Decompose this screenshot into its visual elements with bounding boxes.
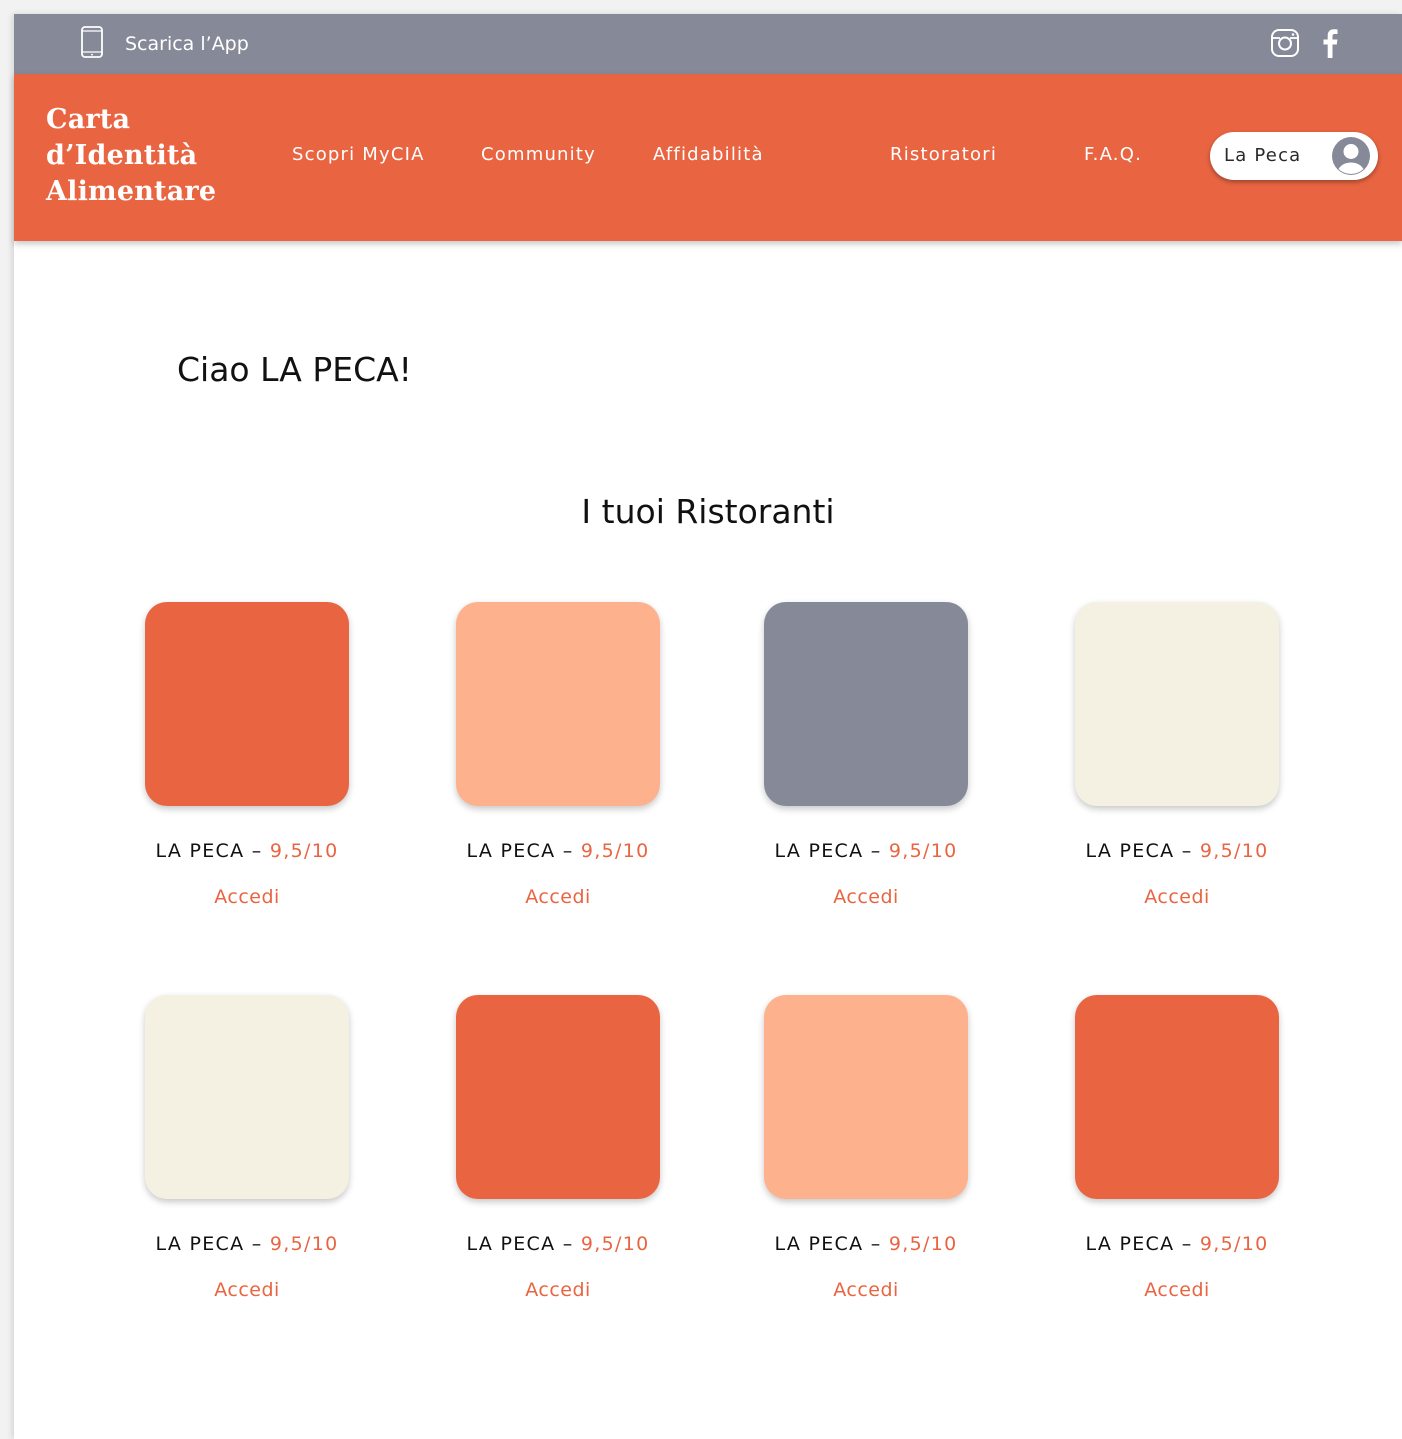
restaurant-separator: –: [1174, 1233, 1200, 1255]
restaurant-caption: LA PECA – 9,5/10: [145, 840, 349, 862]
restaurant-image[interactable]: [145, 602, 349, 806]
brand-line-2: d’Identità: [46, 140, 198, 171]
top-bar: Scarica l’App: [14, 14, 1402, 74]
page: Scarica l’App Carta d’Identità Alimentar…: [14, 14, 1402, 1439]
restaurant-name: LA PECA: [155, 1233, 245, 1255]
restaurant-card: LA PECA – 9,5/10 Accedi: [764, 995, 968, 1301]
download-app-link[interactable]: Scarica l’App: [80, 26, 249, 62]
restaurant-separator: –: [863, 840, 889, 862]
restaurant-image[interactable]: [456, 602, 660, 806]
restaurant-separator: –: [555, 1233, 581, 1255]
restaurant-name: LA PECA: [155, 840, 245, 862]
restaurant-card: LA PECA – 9,5/10 Accedi: [1075, 602, 1279, 908]
restaurant-image[interactable]: [764, 602, 968, 806]
facebook-icon[interactable]: [1322, 28, 1338, 58]
restaurant-name: LA PECA: [1085, 840, 1175, 862]
brand-line-3: Alimentare: [46, 176, 217, 207]
restaurant-caption: LA PECA – 9,5/10: [456, 840, 660, 862]
restaurant-card: LA PECA – 9,5/10 Accedi: [145, 602, 349, 908]
restaurant-caption: LA PECA – 9,5/10: [764, 1233, 968, 1255]
restaurants-section-title: I tuoi Ristoranti: [581, 492, 835, 531]
restaurant-image[interactable]: [764, 995, 968, 1199]
user-menu-button[interactable]: La Peca: [1210, 132, 1378, 180]
restaurant-card: LA PECA – 9,5/10 Accedi: [145, 995, 349, 1301]
greeting-title: Ciao LA PECA!: [177, 350, 412, 389]
restaurant-score: 9,5/10: [888, 1233, 958, 1255]
nav-faq[interactable]: F.A.Q.: [1084, 144, 1142, 165]
instagram-icon[interactable]: [1270, 28, 1300, 58]
restaurant-card: LA PECA – 9,5/10 Accedi: [1075, 995, 1279, 1301]
restaurant-caption: LA PECA – 9,5/10: [456, 1233, 660, 1255]
nav-community[interactable]: Community: [481, 144, 596, 165]
accedi-link[interactable]: Accedi: [1075, 886, 1279, 908]
brand-line-1: Carta: [46, 104, 131, 135]
restaurant-score: 9,5/10: [888, 840, 958, 862]
restaurant-card: LA PECA – 9,5/10 Accedi: [764, 602, 968, 908]
restaurant-score: 9,5/10: [269, 840, 339, 862]
restaurant-caption: LA PECA – 9,5/10: [1075, 1233, 1279, 1255]
accedi-link[interactable]: Accedi: [764, 1279, 968, 1301]
restaurant-separator: –: [863, 1233, 889, 1255]
restaurant-name: LA PECA: [774, 840, 864, 862]
restaurant-image[interactable]: [145, 995, 349, 1199]
restaurant-card: LA PECA – 9,5/10 Accedi: [456, 995, 660, 1301]
restaurant-score: 9,5/10: [580, 840, 650, 862]
restaurant-score: 9,5/10: [269, 1233, 339, 1255]
restaurant-image[interactable]: [1075, 995, 1279, 1199]
nav-scopri-mycia[interactable]: Scopri MyCIA: [292, 144, 425, 165]
accedi-link[interactable]: Accedi: [764, 886, 968, 908]
restaurant-caption: LA PECA – 9,5/10: [1075, 840, 1279, 862]
restaurant-separator: –: [1174, 840, 1200, 862]
restaurant-image[interactable]: [456, 995, 660, 1199]
restaurant-score: 9,5/10: [580, 1233, 650, 1255]
restaurant-score: 9,5/10: [1199, 840, 1269, 862]
accedi-link[interactable]: Accedi: [1075, 1279, 1279, 1301]
restaurant-name: LA PECA: [466, 840, 556, 862]
restaurant-separator: –: [555, 840, 581, 862]
restaurant-caption: LA PECA – 9,5/10: [145, 1233, 349, 1255]
accedi-link[interactable]: Accedi: [145, 886, 349, 908]
accedi-link[interactable]: Accedi: [456, 1279, 660, 1301]
avatar-icon: [1332, 137, 1370, 175]
restaurant-image[interactable]: [1075, 602, 1279, 806]
main-header: Carta d’Identità Alimentare Scopri MyCIA…: [14, 74, 1402, 241]
restaurant-card: LA PECA – 9,5/10 Accedi: [456, 602, 660, 908]
brand-logo[interactable]: Carta d’Identità Alimentare: [46, 102, 246, 210]
accedi-link[interactable]: Accedi: [145, 1279, 349, 1301]
download-app-label: Scarica l’App: [125, 33, 249, 55]
restaurant-separator: –: [244, 1233, 270, 1255]
phone-icon: [80, 26, 125, 62]
user-name: La Peca: [1224, 145, 1302, 166]
restaurant-separator: –: [244, 840, 270, 862]
restaurant-score: 9,5/10: [1199, 1233, 1269, 1255]
accedi-link[interactable]: Accedi: [456, 886, 660, 908]
nav-affidabilita[interactable]: Affidabilità: [653, 144, 764, 165]
restaurant-name: LA PECA: [1085, 1233, 1175, 1255]
restaurant-caption: LA PECA – 9,5/10: [764, 840, 968, 862]
restaurant-name: LA PECA: [466, 1233, 556, 1255]
restaurant-name: LA PECA: [774, 1233, 864, 1255]
nav-ristoratori[interactable]: Ristoratori: [890, 144, 997, 165]
social-links: [1270, 28, 1338, 58]
